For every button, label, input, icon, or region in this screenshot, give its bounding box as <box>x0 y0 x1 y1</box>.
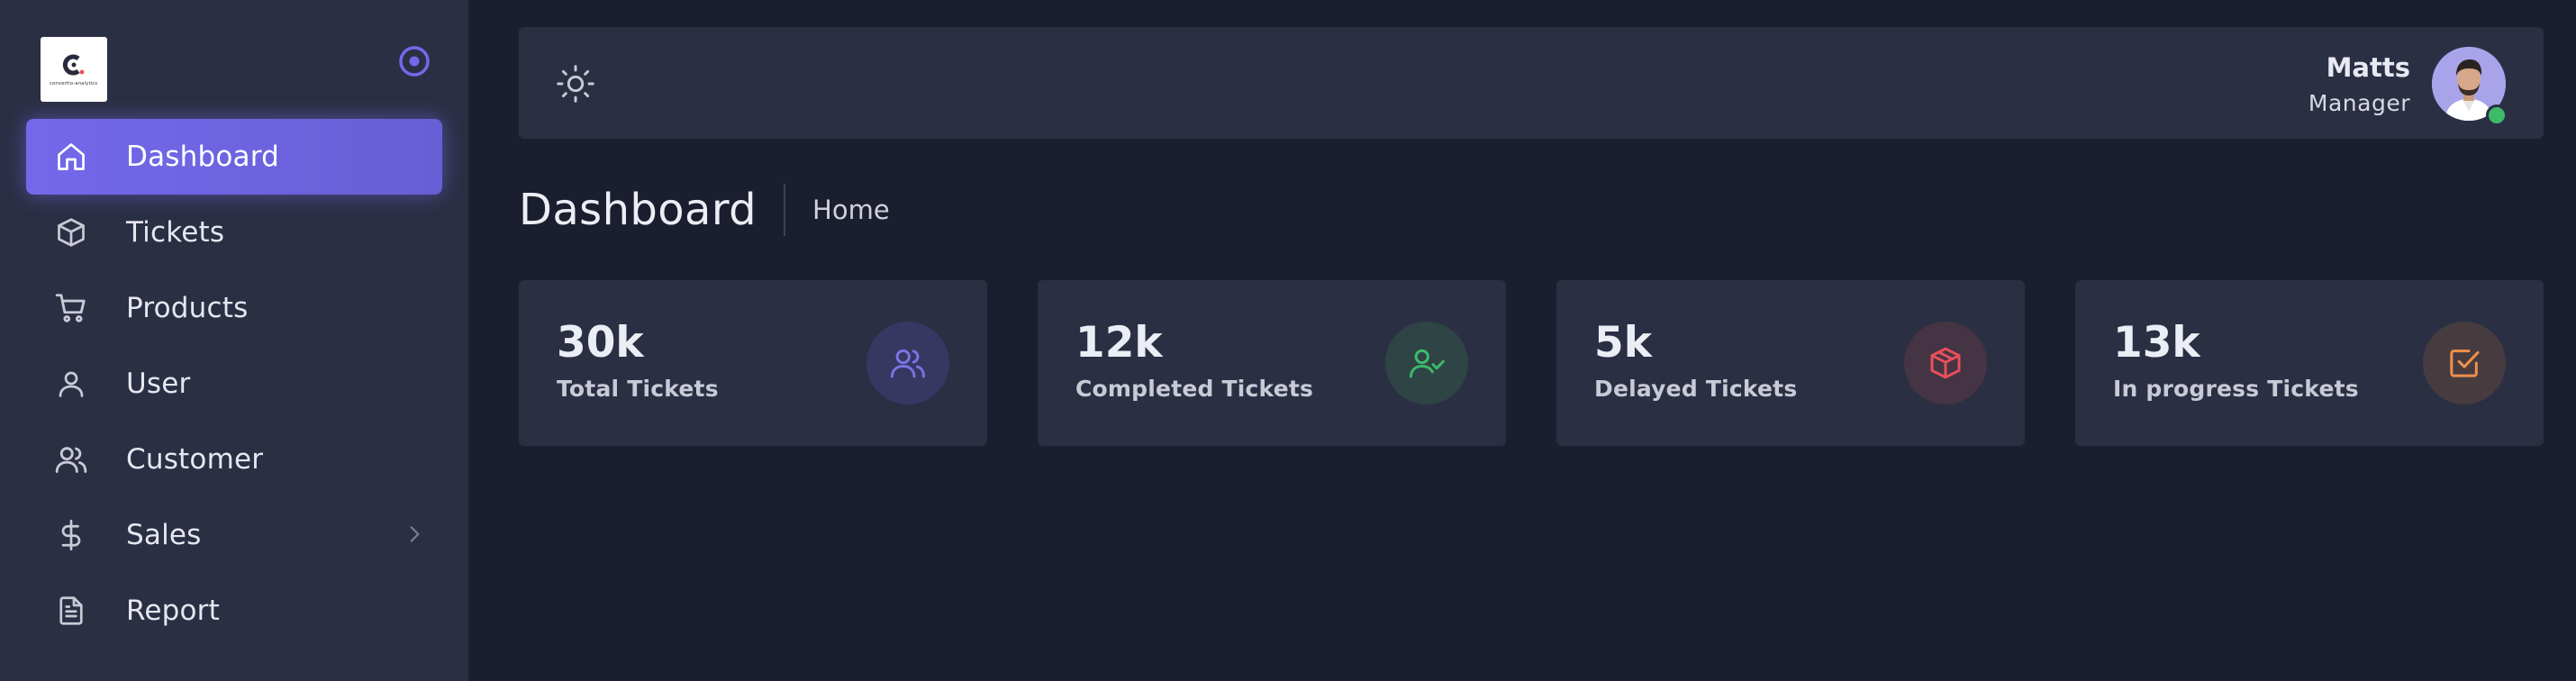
page-header: Dashboard Home <box>519 184 890 236</box>
stat-value: 30k <box>557 318 644 368</box>
user-icon <box>54 367 88 401</box>
sun-icon <box>557 65 594 103</box>
sidebar-item-label: User <box>126 368 191 400</box>
box-icon <box>54 215 88 250</box>
chevron-right-icon <box>410 526 420 542</box>
main-content: Matts Manager Dashboard Home 30k Total T… <box>468 0 2576 681</box>
logo[interactable]: convertio-analytics <box>41 37 107 102</box>
radio-circle-icon <box>399 46 430 77</box>
stat-label: Delayed Tickets <box>1594 376 1798 402</box>
sidebar-item-label: Sales <box>126 519 202 551</box>
check-square-icon <box>2450 350 2480 377</box>
stat-card-delayed-tickets[interactable]: 5k Delayed Tickets <box>1556 280 2025 446</box>
logo-icon <box>62 54 85 75</box>
stat-card-in-progress-tickets[interactable]: 13k In progress Tickets <box>2075 280 2544 446</box>
breadcrumb-home[interactable]: Home <box>812 195 890 225</box>
document-icon <box>54 594 88 628</box>
sidebar-nav: Dashboard Tickets Products User Customer… <box>26 119 442 649</box>
avatar-container[interactable] <box>2432 47 2508 126</box>
stat-icon-badge <box>2423 322 2506 404</box>
users-icon <box>54 442 88 477</box>
stat-value: 12k <box>1075 318 1163 368</box>
box-icon <box>1930 347 1961 379</box>
user-role: Manager <box>2308 89 2410 116</box>
stat-label: Total Tickets <box>557 376 719 402</box>
sidebar-item-label: Customer <box>126 443 264 476</box>
stat-card-completed-tickets[interactable]: 12k Completed Tickets <box>1038 280 1506 446</box>
stat-label: In progress Tickets <box>2113 376 2359 402</box>
cart-icon <box>54 291 88 325</box>
sidebar-item-customer[interactable]: Customer <box>26 422 442 497</box>
user-check-icon <box>1410 349 1445 378</box>
sidebar-item-label: Dashboard <box>126 141 279 173</box>
sidebar-item-products[interactable]: Products <box>26 270 442 346</box>
sidebar-item-label: Products <box>126 292 249 324</box>
header-divider <box>784 184 786 236</box>
user-name: Matts <box>2326 51 2410 83</box>
online-status-indicator <box>2486 104 2508 126</box>
sidebar-toggle-button[interactable] <box>396 43 432 79</box>
sidebar-item-user[interactable]: User <box>26 346 442 422</box>
theme-toggle-button[interactable] <box>555 63 596 104</box>
stat-card-total-tickets[interactable]: 30k Total Tickets <box>519 280 987 446</box>
stat-icon-badge <box>866 322 949 404</box>
home-icon <box>54 140 88 174</box>
stats-cards: 30k Total Tickets 12k Completed Tickets <box>519 280 2544 446</box>
stat-icon-badge <box>1904 322 1987 404</box>
users-icon <box>891 349 925 378</box>
stat-label: Completed Tickets <box>1075 376 1314 402</box>
stat-icon-badge <box>1385 322 1468 404</box>
dollar-icon <box>54 518 88 552</box>
page-title: Dashboard <box>519 185 757 235</box>
stat-value: 5k <box>1594 318 1652 368</box>
stat-value: 13k <box>2113 318 2200 368</box>
user-info: Matts Manager <box>2308 52 2410 116</box>
sidebar-item-report[interactable]: Report <box>26 573 442 649</box>
sidebar: convertio-analytics Dashboard Tickets Pr… <box>0 0 468 681</box>
sidebar-item-sales[interactable]: Sales <box>26 497 442 573</box>
sidebar-item-label: Tickets <box>126 216 225 249</box>
sidebar-item-label: Report <box>126 595 220 627</box>
top-bar: Matts Manager <box>519 27 2544 139</box>
sidebar-item-dashboard[interactable]: Dashboard <box>26 119 442 195</box>
app-root: convertio-analytics Dashboard Tickets Pr… <box>0 0 2576 681</box>
user-menu[interactable]: Matts Manager <box>2308 47 2508 126</box>
logo-text: convertio-analytics <box>50 79 98 86</box>
sidebar-item-tickets[interactable]: Tickets <box>26 195 442 270</box>
